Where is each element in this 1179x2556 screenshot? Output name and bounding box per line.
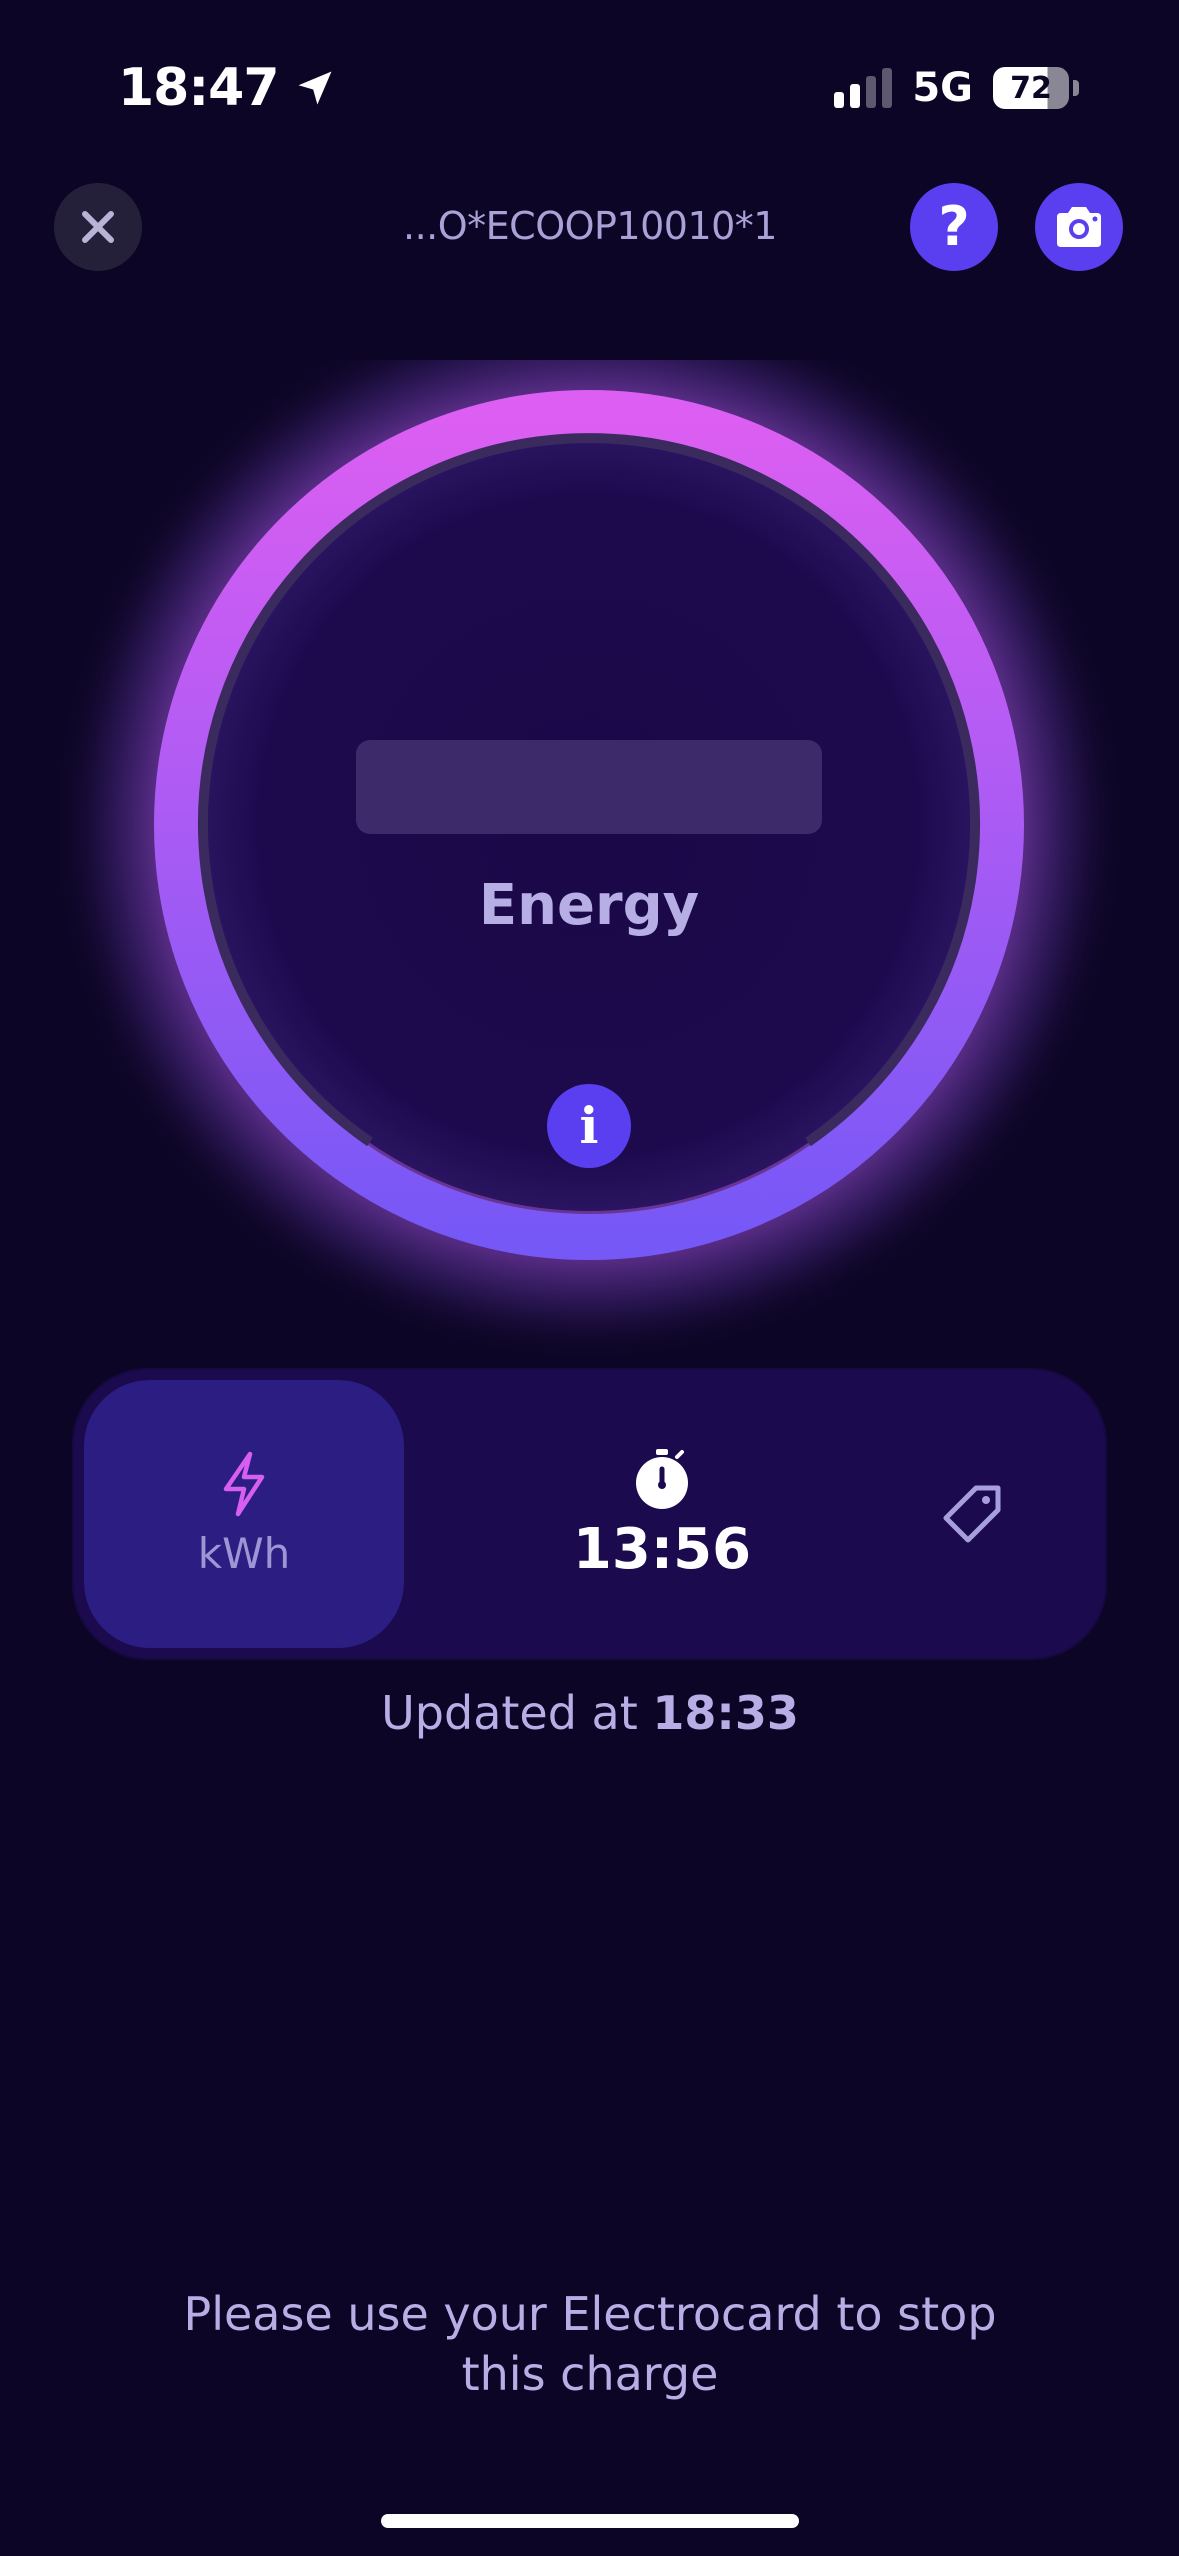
tab-energy[interactable]: kWh [84,1380,404,1648]
status-indicators: 5G 72 [834,58,1079,118]
camera-button[interactable] [1035,183,1123,271]
stop-charge-message-line2: this charge [461,2347,719,2401]
battery-tip [1073,80,1079,96]
station-id: ...O*ECOOP10010*1 [403,204,778,248]
metrics-tabs: kWh 13:56 [72,1368,1107,1660]
lightning-icon [223,1451,265,1516]
close-button[interactable] [54,183,142,271]
last-updated-prefix: Updated at [381,1686,653,1740]
gauge-ring [49,360,1129,1360]
status-time-text: 18:47 [118,58,280,118]
location-arrow-icon [298,71,332,105]
tab-price[interactable] [852,1380,1092,1648]
last-updated: Updated at 18:33 [240,1680,940,1746]
last-updated-time: 18:33 [652,1686,799,1740]
home-indicator[interactable] [381,2514,799,2528]
charging-session-screen: 18:47 5G 72 ...O*ECOOP10010*1 ? Energy i… [0,0,1179,2556]
tag-icon [943,1485,1001,1543]
battery-level: 72 [1010,70,1052,106]
info-button[interactable]: i [547,1084,631,1168]
stopwatch-icon [636,1448,688,1509]
energy-unit: kWh [197,1528,291,1578]
stop-charge-message: Please use your Electrocard to stop this… [120,2284,1060,2404]
status-time: 18:47 [118,54,337,122]
energy-value-placeholder [356,740,822,834]
energy-gauge [0,360,1179,1360]
info-icon: i [579,1096,599,1155]
tab-duration[interactable]: 13:56 [452,1380,872,1648]
question-icon: ? [938,195,970,258]
battery-icon: 72 [993,67,1069,109]
camera-icon [1057,207,1101,247]
close-icon [82,211,114,243]
help-button[interactable]: ? [910,183,998,271]
network-type: 5G [912,65,973,111]
stop-charge-message-line1: Please use your Electrocard to stop [183,2287,997,2341]
energy-label: Energy [478,873,700,938]
duration-value: 13:56 [572,1516,752,1582]
signal-icon [834,68,893,108]
